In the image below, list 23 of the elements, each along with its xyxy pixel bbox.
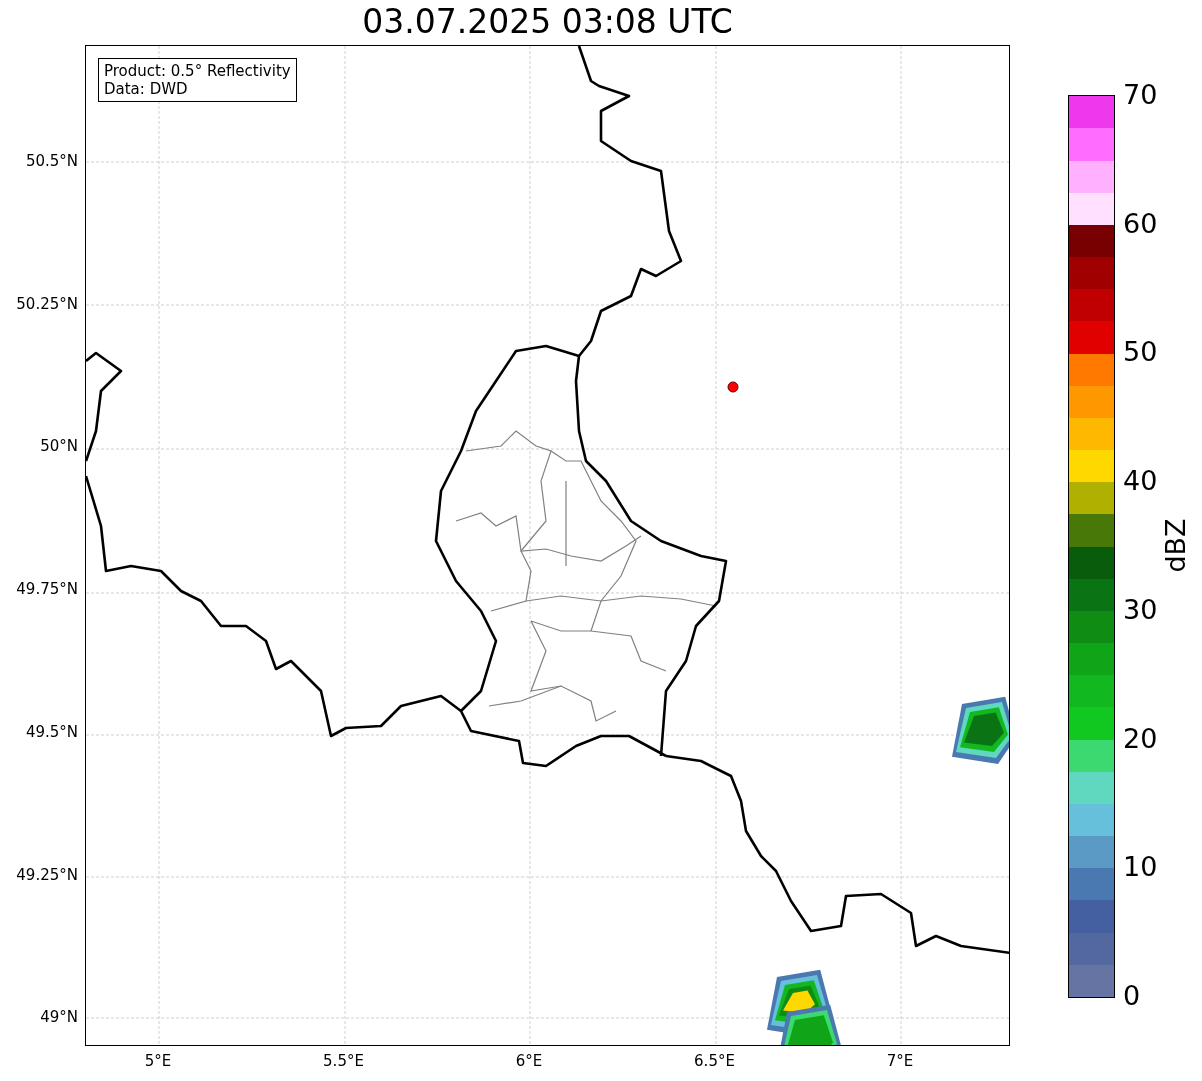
- colorbar-tick-label: 70: [1123, 80, 1158, 110]
- longitude-label: 6°E: [515, 1052, 543, 1070]
- chart-title: 03.07.2025 03:08 UTC: [361, 2, 734, 41]
- latitude-label: 49.5°N: [25, 722, 78, 741]
- longitude-label: 7°E: [886, 1052, 914, 1070]
- latitude-label: 50.25°N: [16, 294, 78, 313]
- colorbar-tick-label: 30: [1123, 594, 1158, 625]
- latitude-label: 49.75°N: [16, 580, 78, 599]
- colorbar-tick-label: 50: [1123, 337, 1158, 368]
- longitude-label: 5°E: [144, 1052, 172, 1070]
- latitude-label: 50.5°N: [25, 152, 78, 170]
- colorbar-label: dBZ: [1159, 518, 1191, 573]
- colorbar-tick-label: 0: [1123, 980, 1141, 1011]
- colorbar-tick-label: 10: [1123, 852, 1158, 883]
- info-box: Product: 0.5° Reflectivity Data: DWD: [98, 58, 297, 102]
- latitude-label: 49.25°N: [16, 865, 78, 884]
- latitude-label: 49°N: [40, 1008, 78, 1027]
- longitude-label: 6.5°E: [694, 1052, 735, 1070]
- colorbar-tick-label: 20: [1123, 723, 1158, 754]
- colorbar-tick-label: 60: [1123, 208, 1158, 239]
- colorbar-tick-label: 40: [1123, 466, 1158, 497]
- latitude-label: 50°N: [40, 437, 78, 456]
- longitude-label: 5.5°E: [323, 1052, 364, 1070]
